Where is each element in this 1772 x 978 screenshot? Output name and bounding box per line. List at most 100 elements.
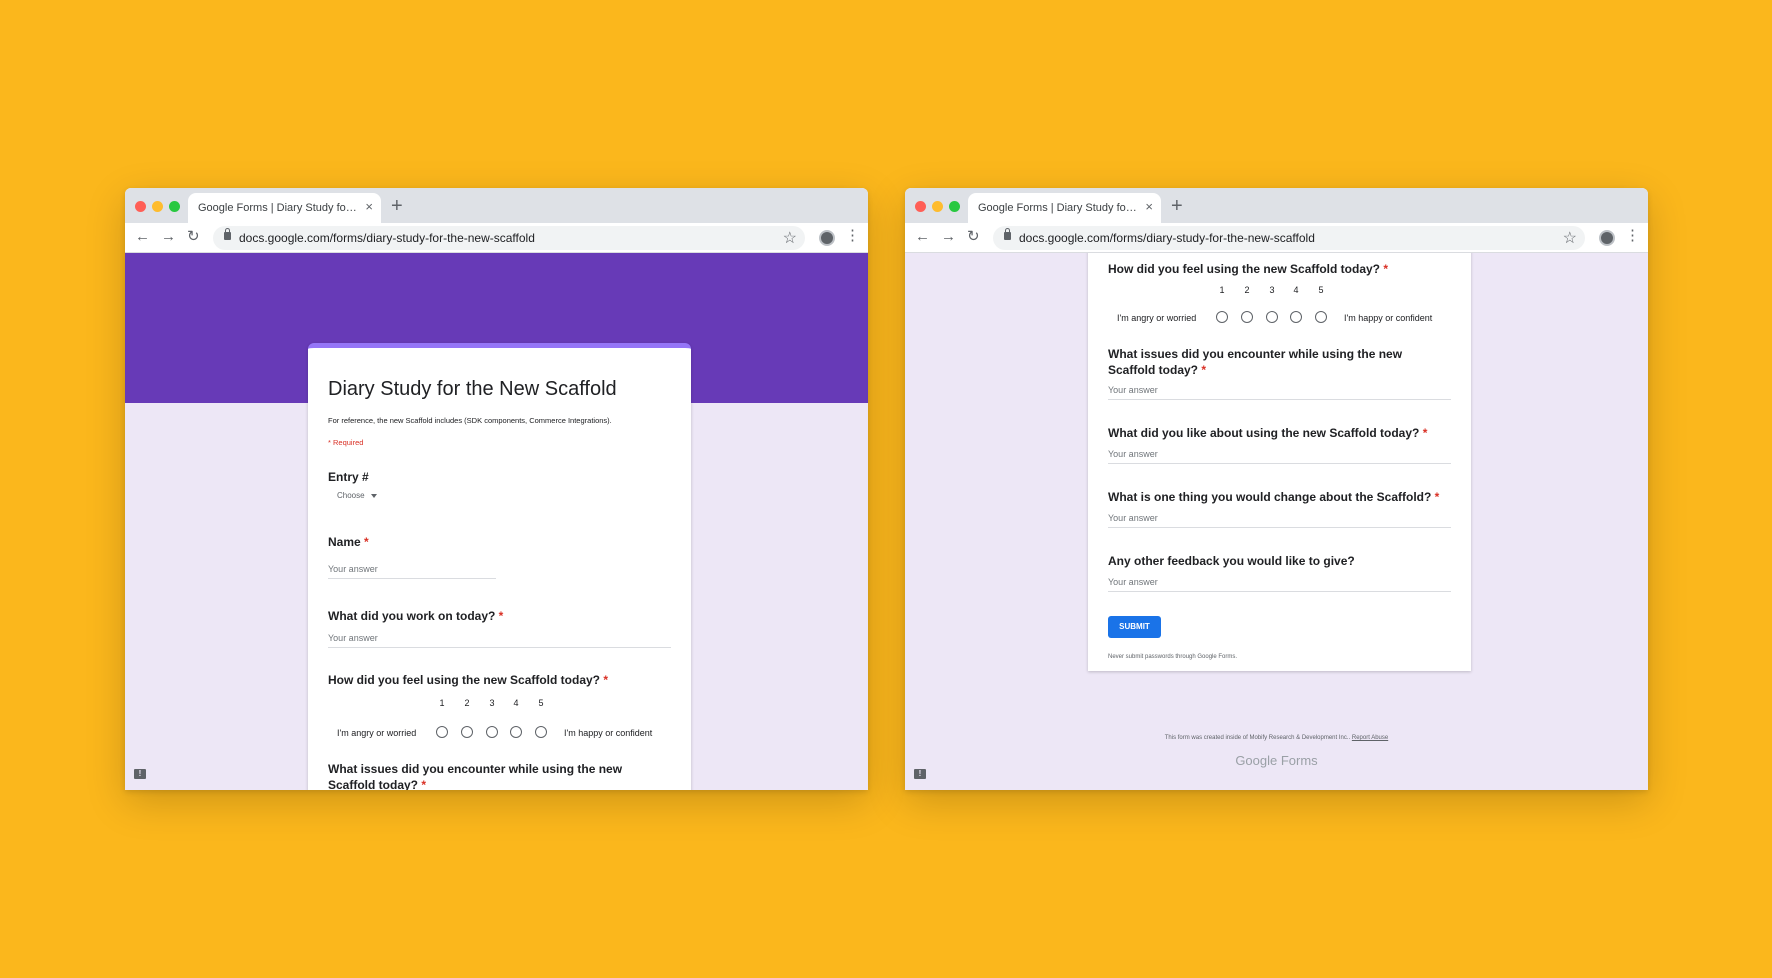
browser-window-left: Google Forms | Diary Study for the New S… — [125, 188, 868, 790]
scale-radio-2[interactable] — [1241, 311, 1253, 323]
question-label: How did you feel using the new Scaffold … — [1108, 262, 1381, 276]
question-like: What did you like about using the new Sc… — [1108, 426, 1427, 440]
feedback-icon[interactable]: ! — [914, 769, 926, 779]
question-feel: How did you feel using the new Scaffold … — [328, 673, 608, 687]
scale-number: 2 — [464, 698, 470, 708]
issues-input[interactable]: Your answer — [1108, 385, 1451, 400]
maximize-window-button[interactable] — [169, 201, 180, 212]
browser-tab[interactable]: Google Forms | Diary Study for the New S… — [968, 193, 1161, 223]
star-icon[interactable]: ☆ — [1563, 228, 1577, 248]
scale-number: 4 — [1293, 285, 1299, 295]
scale-radio-2[interactable] — [461, 726, 473, 738]
scale-radio-1[interactable] — [1216, 311, 1228, 323]
page-viewport: Diary Study for the New Scaffold For ref… — [125, 253, 868, 790]
form-card: How did you feel using the new Scaffold … — [1088, 253, 1471, 671]
page-viewport: How did you feel using the new Scaffold … — [905, 253, 1648, 790]
question-name: Name * — [328, 535, 369, 549]
scale-number: 1 — [1219, 285, 1225, 295]
scale-low-label: I'm angry or worried — [1117, 313, 1197, 323]
scale-number: 5 — [1318, 285, 1324, 295]
forward-icon[interactable]: → — [941, 229, 956, 245]
star-icon[interactable]: ☆ — [783, 228, 797, 248]
close-window-button[interactable] — [135, 201, 146, 212]
profile-icon[interactable] — [819, 230, 835, 246]
question-issues: What issues did you encounter while usin… — [328, 761, 658, 790]
address-bar[interactable]: docs.google.com/forms/diary-study-for-th… — [213, 226, 805, 250]
browser-tab[interactable]: Google Forms | Diary Study for the New S… — [188, 193, 381, 223]
scale-radio-3[interactable] — [1266, 311, 1278, 323]
minimize-window-button[interactable] — [932, 201, 943, 212]
question-label: What did you work on today? — [328, 609, 496, 623]
scale-radio-3[interactable] — [486, 726, 498, 738]
scale-number: 4 — [513, 698, 519, 708]
required-asterisk: * — [1422, 426, 1428, 440]
scale-radio-5[interactable] — [535, 726, 547, 738]
browser-toolbar: ← → ↻ docs.google.com/forms/diary-study-… — [905, 223, 1648, 253]
address-bar[interactable]: docs.google.com/forms/diary-study-for-th… — [993, 226, 1585, 250]
scale-radio-5[interactable] — [1315, 311, 1327, 323]
like-input[interactable]: Your answer — [1108, 449, 1451, 464]
form-description: For reference, the new Scaffold includes… — [328, 416, 612, 425]
tab-bar: Google Forms | Diary Study for the New S… — [905, 188, 1648, 223]
close-window-button[interactable] — [915, 201, 926, 212]
name-input[interactable]: Your answer — [328, 564, 496, 579]
submit-button[interactable]: SUBMIT — [1108, 616, 1161, 638]
maximize-window-button[interactable] — [949, 201, 960, 212]
required-note: * Required — [328, 438, 364, 447]
question-work: What did you work on today? * — [328, 609, 503, 623]
browser-toolbar: ← → ↻ docs.google.com/forms/diary-study-… — [125, 223, 868, 253]
profile-icon[interactable] — [1599, 230, 1615, 246]
question-label: What did you like about using the new Sc… — [1108, 426, 1420, 440]
plus-icon[interactable]: + — [1171, 196, 1183, 216]
minimize-window-button[interactable] — [152, 201, 163, 212]
report-abuse-link[interactable]: Report Abuse — [1352, 735, 1388, 741]
tab-title: Google Forms | Diary Study for the New S… — [198, 202, 358, 214]
required-asterisk: * — [1383, 262, 1389, 276]
forward-icon[interactable]: → — [161, 229, 176, 245]
menu-icon[interactable]: ⋮ — [845, 228, 860, 244]
required-asterisk: * — [1434, 490, 1440, 504]
close-icon[interactable]: × — [1145, 200, 1153, 214]
feedback-icon[interactable]: ! — [134, 769, 146, 779]
other-input[interactable]: Your answer — [1108, 577, 1451, 592]
url-text[interactable]: docs.google.com/forms/diary-study-for-th… — [1019, 231, 1315, 245]
required-asterisk: * — [421, 778, 427, 790]
change-input[interactable]: Your answer — [1108, 513, 1451, 528]
scale-radio-4[interactable] — [1290, 311, 1302, 323]
back-icon[interactable]: ← — [915, 229, 930, 245]
question-label: What issues did you encounter while usin… — [1108, 347, 1403, 377]
question-label: What is one thing you would change about… — [1108, 490, 1432, 504]
tab-bar: Google Forms | Diary Study for the New S… — [125, 188, 868, 223]
question-label: How did you feel using the new Scaffold … — [328, 673, 601, 687]
google-forms-logo[interactable]: Google Forms — [905, 753, 1648, 768]
close-icon[interactable]: × — [365, 200, 373, 214]
chevron-down-icon — [370, 493, 377, 498]
required-asterisk: * — [603, 673, 609, 687]
scale-number: 2 — [1244, 285, 1250, 295]
password-note: Never submit passwords through Google Fo… — [1108, 654, 1238, 660]
scale-number: 3 — [489, 698, 495, 708]
scale-low-label: I'm angry or worried — [337, 728, 417, 738]
footer-note: This form was created inside of Mobify R… — [905, 735, 1648, 741]
window-controls — [135, 201, 180, 212]
reload-icon[interactable]: ↻ — [187, 229, 200, 245]
browser-window-right: Google Forms | Diary Study for the New S… — [905, 188, 1648, 790]
form-card: Diary Study for the New Scaffold For ref… — [308, 343, 691, 790]
scale-radio-1[interactable] — [436, 726, 448, 738]
plus-icon[interactable]: + — [391, 196, 403, 216]
required-asterisk: * — [498, 609, 504, 623]
work-input[interactable]: Your answer — [328, 633, 671, 648]
required-asterisk: * — [1201, 363, 1207, 377]
question-label: Any other feedback you would like to giv… — [1108, 554, 1355, 568]
url-text[interactable]: docs.google.com/forms/diary-study-for-th… — [239, 231, 535, 245]
back-icon[interactable]: ← — [135, 229, 150, 245]
entry-dropdown[interactable]: Choose — [337, 491, 377, 500]
scale-radio-4[interactable] — [510, 726, 522, 738]
menu-icon[interactable]: ⋮ — [1625, 228, 1640, 244]
lock-icon — [1004, 228, 1011, 240]
question-label: What issues did you encounter while usin… — [328, 762, 623, 790]
tab-title: Google Forms | Diary Study for the New S… — [978, 202, 1138, 214]
reload-icon[interactable]: ↻ — [967, 229, 980, 245]
question-issues: What issues did you encounter while usin… — [1108, 346, 1438, 378]
lock-icon — [224, 228, 231, 240]
